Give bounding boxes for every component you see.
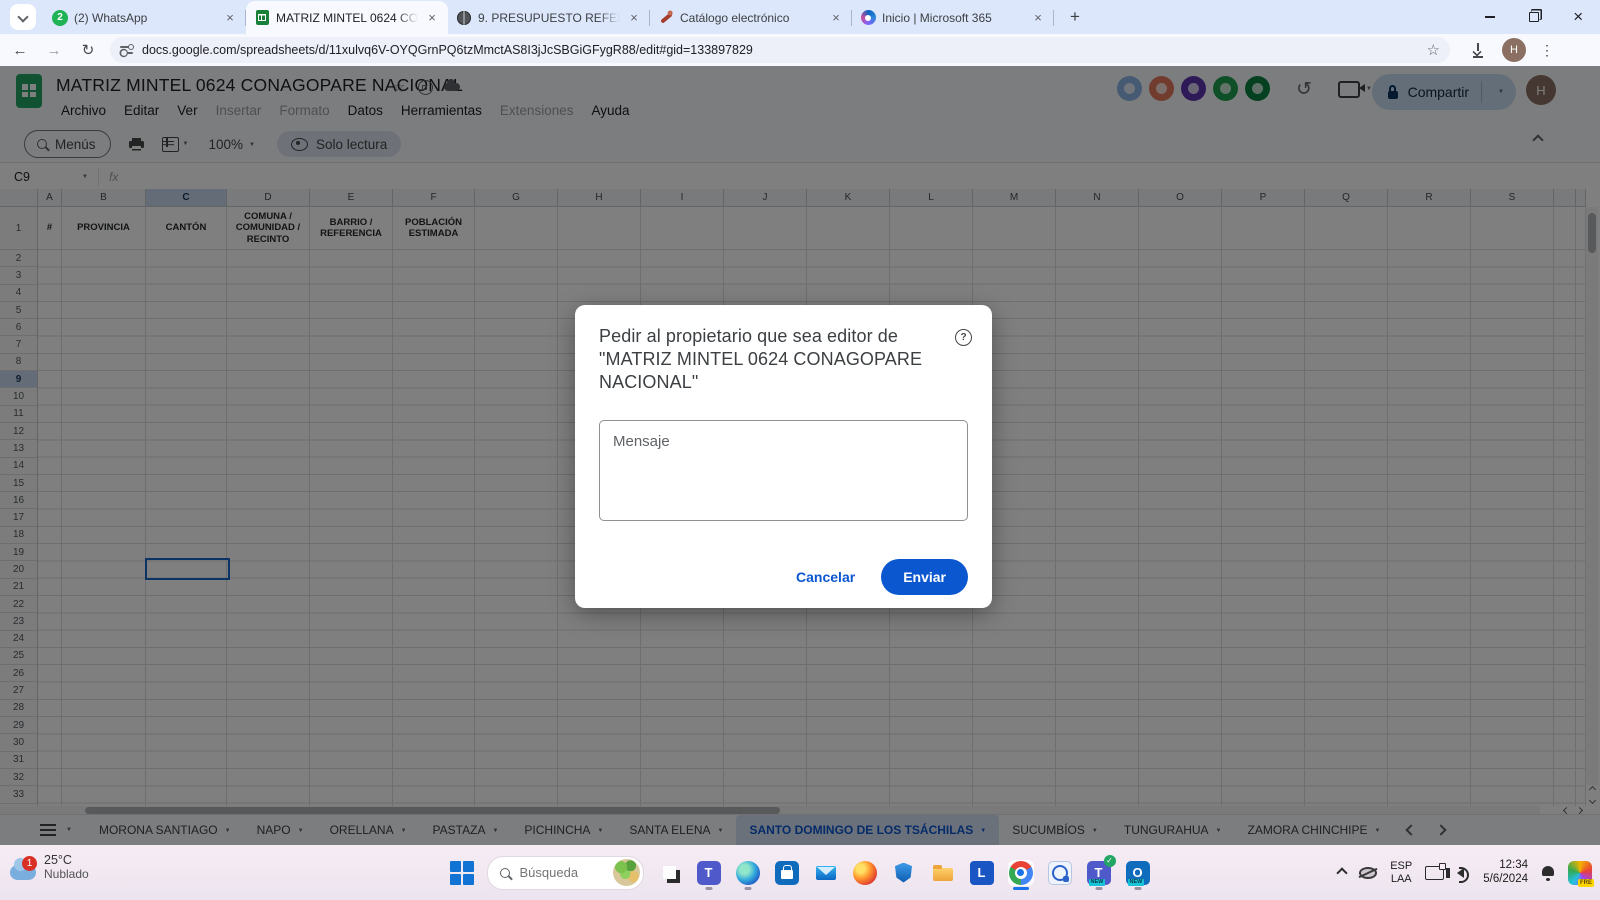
taskbar-icon-outlook-new[interactable]: O NEW [1125, 860, 1151, 886]
tab-favicon-icon [860, 10, 876, 26]
tab-title: 9. PRESUPUESTO REFERENCIAL [478, 11, 620, 25]
tab-close-icon[interactable] [424, 10, 440, 26]
tab-favicon-icon [254, 10, 270, 26]
browser-tab-strip: 2 (2) WhatsApp MATRIZ MINTEL 0624 CONAGO… [0, 0, 1600, 34]
new-tab-button[interactable] [1062, 4, 1088, 30]
search-input[interactable] [518, 864, 592, 881]
address-bar[interactable]: docs.google.com/spreadsheets/d/11xulvq6V… [110, 37, 1450, 63]
taskbar-icon-store[interactable] [774, 860, 800, 886]
minimize-button[interactable] [1468, 0, 1512, 34]
tab-close-icon[interactable] [828, 10, 844, 26]
start-button[interactable] [450, 861, 474, 885]
weather-condition: Nublado [44, 867, 89, 881]
taskbar-icon-teams[interactable]: T [696, 860, 722, 886]
forward-button[interactable] [40, 36, 68, 64]
eye-slash-icon[interactable] [1359, 867, 1377, 879]
url-text: docs.google.com/spreadsheets/d/11xulvq6V… [142, 43, 753, 57]
volume-icon[interactable] [1457, 868, 1464, 878]
cancel-button[interactable]: Cancelar [780, 561, 871, 593]
chevron-down-icon [17, 11, 28, 22]
tab-close-icon[interactable] [222, 10, 238, 26]
windows-taskbar: 1 25°C Nublado [0, 845, 1600, 900]
tab-title: Catálogo electrónico [680, 11, 822, 25]
restore-button[interactable] [1512, 0, 1556, 34]
taskbar-icon-task-view[interactable] [657, 860, 683, 886]
browser-tab-catalogo[interactable]: Catálogo electrónico [650, 1, 852, 34]
widget-app-icon[interactable]: FRE [1568, 861, 1592, 885]
tab-favicon-icon [456, 10, 472, 26]
bookmark-star-icon[interactable] [1427, 41, 1440, 59]
cloud-weather-icon: 1 [10, 865, 36, 880]
taskbar-apps: T [657, 860, 1151, 886]
taskbar-icon-firefox[interactable] [852, 860, 878, 886]
taskbar-icon-mail[interactable] [813, 860, 839, 886]
browser-tab-whatsapp[interactable]: 2 (2) WhatsApp [44, 1, 246, 34]
language-indicator[interactable]: ESP LAA [1390, 860, 1412, 886]
taskbar-icon-l-app[interactable]: L [969, 860, 995, 886]
tab-title: (2) WhatsApp [74, 11, 216, 25]
message-input[interactable] [599, 420, 968, 521]
weather-widget[interactable]: 1 25°C Nublado [10, 853, 89, 881]
temperature: 25°C [44, 853, 89, 867]
dialog-title: Pedir al propietario que sea editor de "… [599, 325, 968, 394]
request-edit-access-dialog: Pedir al propietario que sea editor de "… [575, 305, 992, 608]
browser-profile-avatar[interactable]: H [1502, 38, 1526, 62]
browser-menu-icon[interactable] [1540, 42, 1554, 59]
send-button[interactable]: Enviar [881, 559, 968, 595]
search-icon [500, 868, 510, 878]
taskbar-icon-edge[interactable] [735, 860, 761, 886]
help-icon[interactable] [955, 329, 972, 346]
taskbar-search[interactable] [487, 856, 644, 890]
notifications-bell-icon[interactable] [1541, 866, 1555, 879]
window-controls [1468, 0, 1600, 34]
date: 5/6/2024 [1483, 873, 1528, 887]
downloads-icon[interactable] [1470, 42, 1486, 58]
tab-title: MATRIZ MINTEL 0624 CONAGO [276, 11, 418, 25]
tab-close-icon[interactable] [626, 10, 642, 26]
browser-tab-presupuesto[interactable]: 9. PRESUPUESTO REFERENCIAL [448, 1, 650, 34]
tab-favicon-icon [658, 10, 674, 26]
clock[interactable]: 12:34 5/6/2024 [1483, 859, 1528, 886]
browser-tab-sheets[interactable]: MATRIZ MINTEL 0624 CONAGO [246, 1, 448, 34]
taskbar-icon-chrome[interactable] [1008, 860, 1034, 886]
site-info-icon[interactable] [120, 43, 134, 57]
browser-tabs: 2 (2) WhatsApp MATRIZ MINTEL 0624 CONAGO… [44, 0, 1054, 34]
tab-close-icon[interactable] [1030, 10, 1046, 26]
tab-favicon-icon: 2 [52, 10, 68, 26]
taskbar-icon-teams-new[interactable]: T NEW [1086, 860, 1112, 886]
browser-tab-m365[interactable]: Inicio | Microsoft 365 [852, 1, 1054, 34]
system-tray: ESP LAA 12:34 5/6/2024 FRE [1338, 845, 1592, 900]
notification-badge: 1 [22, 856, 37, 871]
browser-toolbar: docs.google.com/spreadsheets/d/11xulvq6V… [0, 34, 1600, 67]
reload-button[interactable] [74, 36, 102, 64]
taskbar-icon-file-explorer[interactable] [930, 860, 956, 886]
tray-expand-icon[interactable] [1337, 867, 1348, 878]
network-display-icon[interactable] [1425, 866, 1444, 880]
taskbar-icon-security-app[interactable] [891, 860, 917, 886]
time: 12:34 [1499, 859, 1528, 873]
close-window-button[interactable] [1556, 0, 1600, 34]
tab-title: Inicio | Microsoft 365 [882, 11, 1024, 25]
tab-search-button[interactable] [10, 4, 36, 30]
back-button[interactable] [6, 36, 34, 64]
search-daily-image [613, 859, 640, 886]
taskbar-icon-scheduler[interactable] [1047, 860, 1073, 886]
